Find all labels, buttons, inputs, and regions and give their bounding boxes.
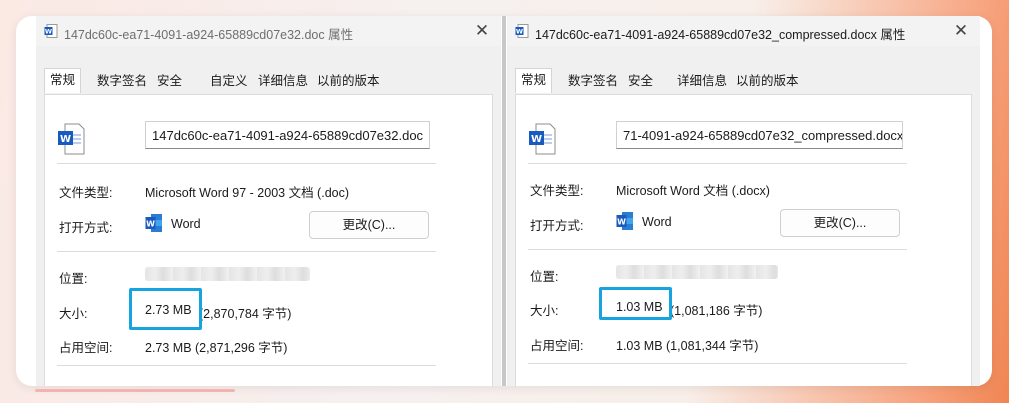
general-panel: W 71-4091-a924-65889cd07e32_compressed.d… [515,94,972,386]
word-icon: W [145,214,162,232]
filename-field[interactable]: 71-4091-a924-65889cd07e32_compressed.doc… [616,121,903,149]
word-document-icon: W [44,24,58,38]
file-type-label: 文件类型: [530,184,584,198]
blurred-location [616,265,778,279]
right-titlebar: W 147dc60c-ea71-4091-a924-65889cd07e32_c… [507,16,980,46]
window-divider [502,16,506,386]
word-file-icon: W [58,123,85,155]
tab-details[interactable]: 详细信息 [672,70,732,92]
separator [528,363,907,364]
filename-field[interactable]: 147dc60c-ea71-4091-a924-65889cd07e32.doc [145,121,430,149]
disk-size-label: 占用空间: [530,339,584,353]
file-type-label: 文件类型: [59,186,113,200]
tab-security[interactable]: 安全 [623,70,658,92]
tab-general[interactable]: 常规 [44,68,82,93]
left-tab-strip: 常规 数字签名 安全 自定义 详细信息 以前的版本 [42,68,495,94]
svg-text:W: W [617,217,626,226]
word-icon: W [616,212,633,230]
open-with-app: Word [171,217,201,231]
separator [57,251,436,252]
size-label: 大小: [530,304,559,318]
dialog-title: 147dc60c-ea71-4091-a924-65889cd07e32.doc… [64,28,354,42]
close-icon[interactable]: ✕ [469,18,495,44]
size-bytes: (1,081,186 字节) [670,304,763,318]
change-button[interactable]: 更改(C)... [309,211,429,239]
open-with-app: Word [642,215,672,229]
svg-text:W: W [45,28,52,36]
tab-digital-signatures[interactable]: 数字签名 [563,70,623,92]
file-type-value: Microsoft Word 97 - 2003 文档 (.doc) [145,186,350,200]
location-label: 位置: [59,272,88,286]
right-properties-dialog: W 147dc60c-ea71-4091-a924-65889cd07e32_c… [507,16,980,386]
word-file-icon: W [529,123,556,155]
svg-text:W: W [531,134,542,145]
tab-previous-versions[interactable]: 以前的版本 [731,70,804,92]
general-panel: W 147dc60c-ea71-4091-a924-65889cd07e32.d… [44,94,493,386]
tab-digital-signatures[interactable]: 数字签名 [92,70,152,92]
left-properties-dialog: W 147dc60c-ea71-4091-a924-65889cd07e32.d… [36,16,501,386]
disk-size-value: 2.73 MB (2,871,296 字节) [145,341,288,355]
separator [528,249,907,250]
tab-previous-versions[interactable]: 以前的版本 [312,70,385,92]
left-titlebar: W 147dc60c-ea71-4091-a924-65889cd07e32.d… [36,16,501,46]
decorative-underline [35,389,235,392]
blurred-location [145,267,310,281]
tab-details[interactable]: 详细信息 [253,70,313,92]
change-button[interactable]: 更改(C)... [780,209,900,237]
tab-general[interactable]: 常规 [515,68,553,93]
svg-text:W: W [146,219,155,228]
tab-security[interactable]: 安全 [152,70,187,92]
disk-size-label: 占用空间: [59,341,113,355]
word-document-icon: W [515,24,529,38]
file-type-value: Microsoft Word 文档 (.docx) [616,184,770,198]
size-highlight-box [129,288,202,330]
separator [57,365,436,366]
right-tab-strip: 常规 数字签名 安全 详细信息 以前的版本 [513,68,974,94]
svg-text:W: W [60,134,71,145]
close-icon[interactable]: ✕ [948,18,974,44]
separator [57,163,436,164]
dialog-title: 147dc60c-ea71-4091-a924-65889cd07e32_com… [535,28,906,42]
svg-text:W: W [516,28,523,36]
size-bytes: (2,870,784 字节) [199,307,292,321]
separator [528,163,907,164]
open-with-label: 打开方式: [530,219,584,233]
location-label: 位置: [530,270,559,284]
size-highlight-box [599,287,672,320]
size-label: 大小: [59,307,88,321]
tab-custom[interactable]: 自定义 [205,70,253,92]
disk-size-value: 1.03 MB (1,081,344 字节) [616,339,759,353]
open-with-label: 打开方式: [59,221,113,235]
